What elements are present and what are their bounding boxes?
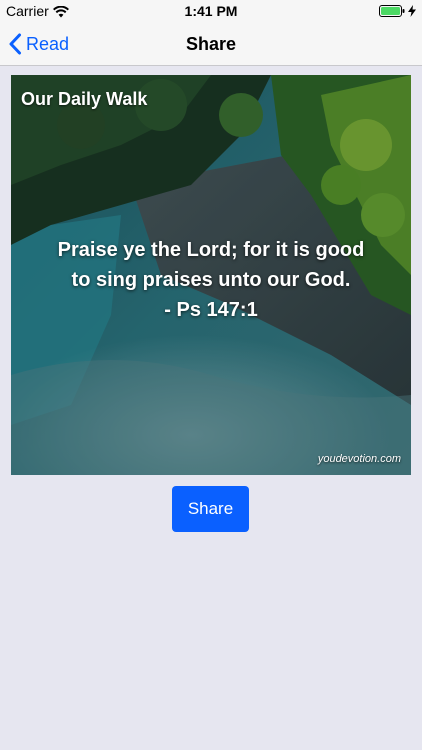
battery-icon [379, 4, 405, 17]
page-title: Share [185, 34, 237, 54]
share-screen: Carrier 1:41 PM Read Share Our Daily Wal… [0, 0, 422, 750]
verse-reference: - Ps 147:1 [164, 299, 258, 321]
status-time: 1:41 PM [184, 3, 238, 19]
share-image-card: Our Daily Walk Praise ye the Lord; for i… [11, 75, 411, 475]
watermark: youdevotion.com [317, 453, 401, 465]
status-bar: Carrier 1:41 PM [0, 0, 422, 22]
verse-line: to sing praises unto our God. [71, 269, 351, 291]
charging-bolt-icon [408, 4, 416, 17]
card-brand-title: Our Daily Walk [21, 89, 148, 109]
navigation-bar: Read Share [0, 22, 422, 66]
verse-line: Praise ye the Lord; for it is good [57, 239, 365, 261]
share-button[interactable]: Share [172, 486, 249, 532]
status-right [379, 4, 416, 17]
verse-text: Praise ye the Lord; for it is good to si… [11, 235, 411, 325]
